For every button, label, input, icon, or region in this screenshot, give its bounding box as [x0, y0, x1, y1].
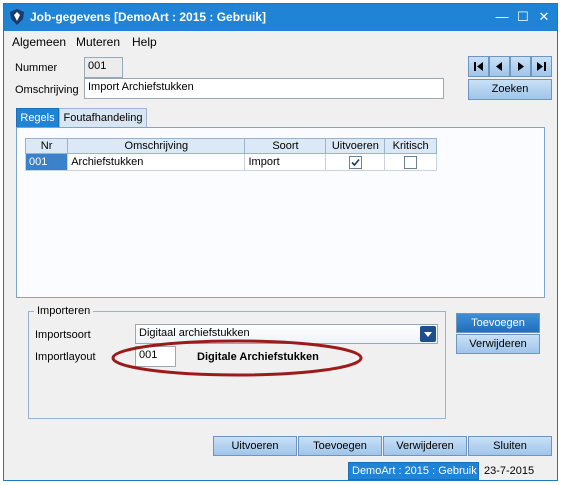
col-kritisch[interactable]: Kritisch	[384, 138, 437, 154]
maximize-button[interactable]: ☐	[514, 8, 532, 26]
importlayout-label: Importlayout	[35, 351, 96, 363]
toevoegen-button[interactable]: Toevoegen	[298, 436, 382, 456]
import-toevoegen-label: Toevoegen	[471, 317, 525, 329]
menu-help[interactable]: Help	[132, 35, 157, 49]
import-verwijderen-button[interactable]: Verwijderen	[456, 334, 540, 354]
table-row[interactable]: 001 Archiefstukken Import	[24, 153, 437, 171]
regels-panel: Nr Omschrijving Soort Uitvoeren Kritisch…	[16, 127, 545, 298]
omschrijving-field[interactable]: Import Archiefstukken	[84, 78, 444, 99]
importsoort-dropdown-button[interactable]	[420, 326, 436, 342]
last-record-icon	[537, 62, 546, 71]
kritisch-checkbox[interactable]	[404, 155, 418, 169]
col-nr[interactable]: Nr	[24, 138, 69, 154]
next-record-icon	[518, 62, 524, 71]
chevron-down-icon	[424, 332, 432, 337]
cell-soort[interactable]: Import	[244, 153, 327, 171]
verwijderen-label: Verwijderen	[396, 440, 454, 452]
minimize-button[interactable]: —	[493, 8, 511, 26]
nummer-label: Nummer	[15, 62, 58, 74]
cell-uitvoeren[interactable]	[325, 153, 386, 171]
cell-omschrijving[interactable]: Archiefstukken	[67, 153, 246, 171]
title-bar: Job-gegevens [DemoArt : 2015 : Gebruik] …	[4, 4, 557, 31]
sluiten-label: Sluiten	[493, 440, 527, 452]
tab-regels[interactable]: Regels	[16, 108, 59, 128]
close-button[interactable]: ✕	[535, 8, 553, 26]
zoeken-button[interactable]: Zoeken	[468, 79, 552, 100]
status-context: DemoArt : 2015 : Gebruik	[348, 462, 479, 480]
regels-grid: Nr Omschrijving Soort Uitvoeren Kritisch…	[24, 138, 437, 171]
highlight-ellipse	[111, 339, 363, 377]
previous-record-icon	[496, 62, 502, 71]
job-gegevens-window: Job-gegevens [DemoArt : 2015 : Gebruik] …	[3, 3, 558, 481]
menu-muteren[interactable]: Muteren	[76, 35, 120, 49]
checkmark-icon	[351, 158, 360, 166]
record-navigator	[468, 56, 552, 77]
zoeken-label: Zoeken	[491, 83, 529, 95]
cell-kritisch[interactable]	[384, 153, 437, 171]
last-record-button[interactable]	[531, 56, 552, 77]
first-record-icon	[474, 62, 483, 71]
nummer-field[interactable]: 001	[84, 57, 123, 78]
menu-bar: Algemeen Muteren Help	[4, 31, 557, 53]
previous-record-button[interactable]	[489, 56, 510, 77]
omschrijving-label: Omschrijving	[15, 84, 79, 96]
col-omschrijving[interactable]: Omschrijving	[67, 138, 246, 154]
import-toevoegen-button[interactable]: Toevoegen	[456, 313, 540, 333]
app-shield-icon	[10, 9, 24, 25]
tab-foutafhandeling[interactable]: Foutafhandeling	[59, 108, 147, 128]
import-verwijderen-label: Verwijderen	[469, 338, 527, 350]
uitvoeren-checkbox[interactable]	[348, 155, 362, 169]
status-bar: DemoArt : 2015 : Gebruik 23-7-2015	[4, 460, 557, 480]
next-record-button[interactable]	[510, 56, 531, 77]
cell-nr[interactable]: 001	[24, 153, 69, 171]
verwijderen-button[interactable]: Verwijderen	[383, 436, 467, 456]
window-title: Job-gegevens [DemoArt : 2015 : Gebruik]	[30, 10, 267, 24]
status-date: 23-7-2015	[484, 465, 535, 477]
toevoegen-label: Toevoegen	[313, 440, 367, 452]
menu-algemeen[interactable]: Algemeen	[12, 35, 66, 49]
grid-header-row: Nr Omschrijving Soort Uitvoeren Kritisch	[24, 138, 437, 154]
first-record-button[interactable]	[468, 56, 489, 77]
col-uitvoeren[interactable]: Uitvoeren	[325, 138, 386, 154]
sluiten-button[interactable]: Sluiten	[468, 436, 552, 456]
uitvoeren-label: Uitvoeren	[231, 440, 279, 452]
uitvoeren-button[interactable]: Uitvoeren	[213, 436, 297, 456]
importeren-title: Importeren	[34, 305, 94, 317]
col-soort[interactable]: Soort	[244, 138, 327, 154]
importsoort-label: Importsoort	[35, 329, 91, 341]
